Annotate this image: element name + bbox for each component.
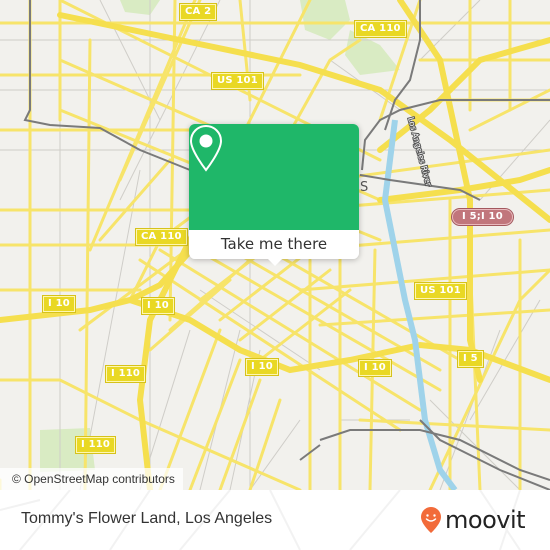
map-pin-icon [189,124,223,172]
map-attribution[interactable]: © OpenStreetMap contributors [0,468,183,490]
route-shield: US 101 [211,72,264,90]
take-me-there-button[interactable]: Take me there [189,230,359,259]
route-shield: CA 110 [135,228,188,246]
route-shield: I 5;I 10 [451,208,514,226]
route-shield: I 10 [42,295,76,313]
place-name: Tommy's Flower Land, Los Angeles [21,510,273,527]
route-shield: I 110 [104,365,147,383]
partial-map-label: S [360,180,368,195]
route-shield: I 10 [141,297,175,315]
river [381,119,458,490]
location-popup: Take me there [189,124,359,266]
route-shield: CA 2 [178,3,218,21]
route-shield: I 110 [74,436,117,454]
moovit-pin-icon [421,507,441,533]
footer-bar: Tommy's Flower Land, Los Angeles moovit [0,490,550,550]
moovit-logo[interactable]: moovit [420,503,526,537]
map-view[interactable]: Los Angeles River S CA 2 CA 110 US 101 I… [0,0,550,490]
moovit-wordmark: moovit [445,506,526,534]
route-shield: US 101 [414,282,467,300]
route-shield: I 10 [245,358,279,376]
route-shield: I 5 [457,350,484,368]
route-shield: CA 110 [354,20,407,38]
popup-header[interactable] [189,124,359,230]
route-shield: I 10 [358,359,392,377]
popup-pointer [268,259,282,266]
